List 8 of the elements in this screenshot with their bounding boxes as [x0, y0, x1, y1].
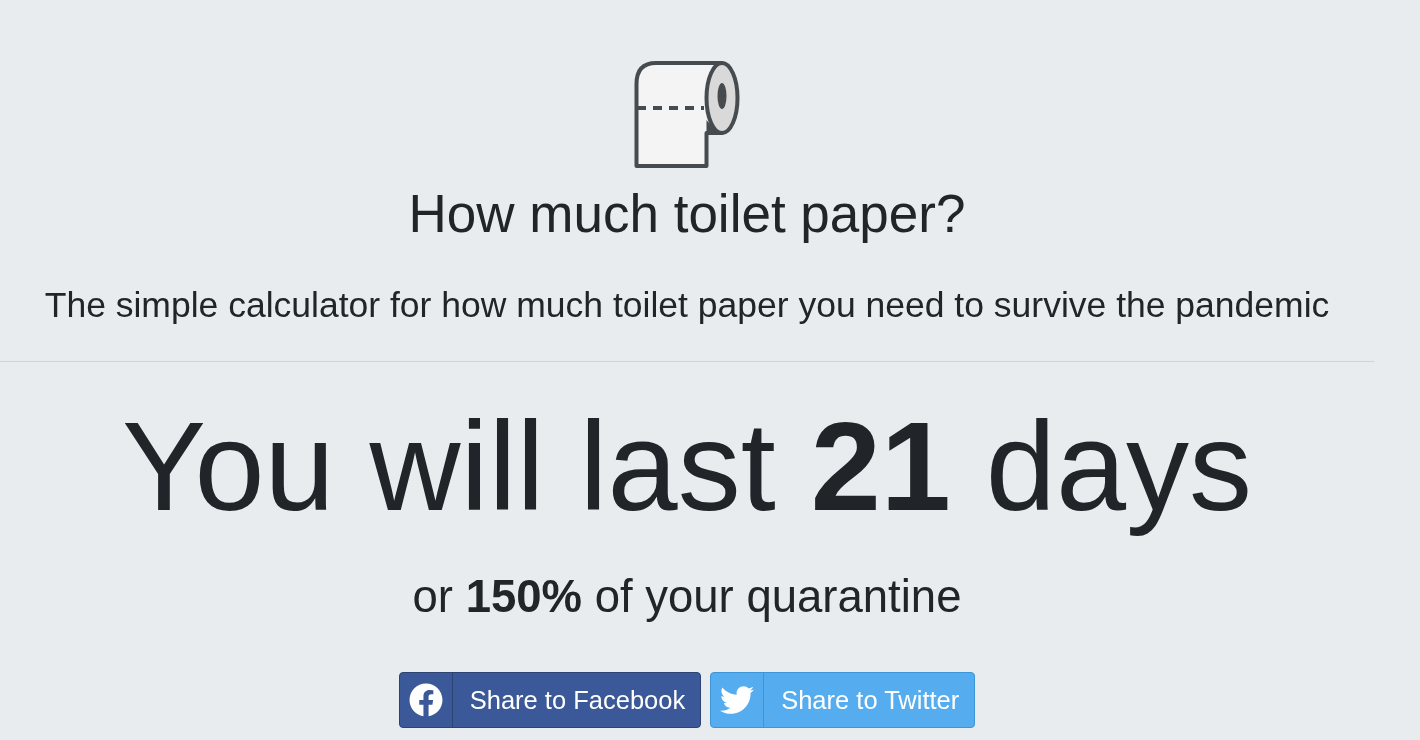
- toilet-paper-roll-icon: [634, 60, 740, 168]
- result-detail: or 150% of your quarantine: [412, 571, 962, 623]
- page-title: How much toilet paper?: [408, 184, 966, 244]
- facebook-icon: [408, 683, 443, 717]
- share-button[interactable]: Share to Facebook: [398, 672, 702, 728]
- result-headline: You will last 21 days: [122, 399, 1252, 535]
- page-subtitle: The simple calculator for how much toilet paper you need to survive the pandemic: [44, 284, 1330, 326]
- bird-icon: [720, 683, 755, 717]
